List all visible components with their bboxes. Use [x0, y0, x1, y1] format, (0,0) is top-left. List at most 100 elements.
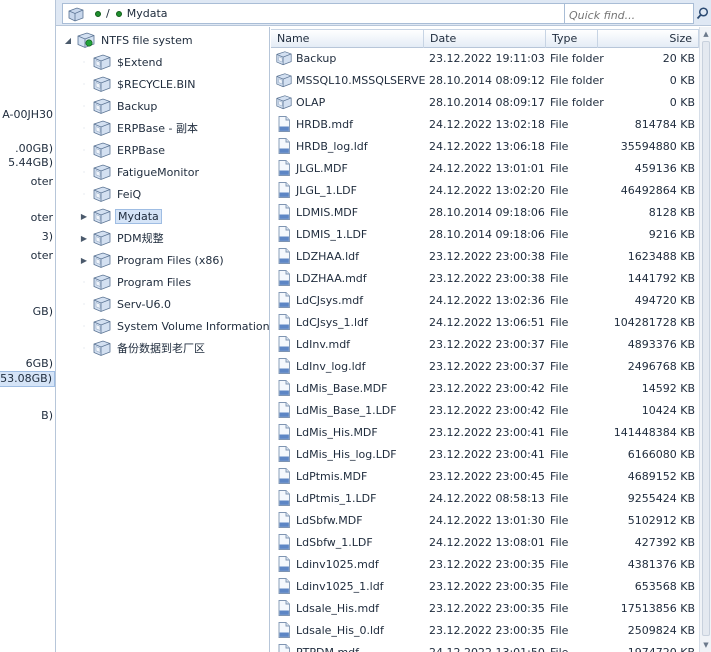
table-row[interactable]: LdSbfw_1.LDF 24.12.2022 13:08:01 File 42739… — [271, 531, 699, 553]
tree-node[interactable]: · $Extend — [78, 51, 165, 73]
table-row[interactable]: HRDB.mdf 24.12.2022 13:02:18 File 814784 KB — [271, 113, 699, 135]
file-icon — [278, 534, 290, 550]
drive-list-item[interactable]: oter — [31, 249, 53, 263]
tree-node[interactable]: · $RECYCLE.BIN — [78, 73, 197, 95]
tree-root-label[interactable]: NTFS file system — [99, 33, 195, 48]
tree-node-label[interactable]: $RECYCLE.BIN — [115, 77, 197, 92]
file-name: LdCJsys.mdf — [296, 293, 364, 307]
tree-node-label[interactable]: PDM规整 — [115, 229, 166, 247]
tree-node[interactable]: · FeiQ — [78, 183, 143, 205]
tree-node-label[interactable]: Mydata — [115, 208, 162, 224]
tree-node-label[interactable]: 备份数据到老厂区 — [115, 339, 207, 357]
expand-arrow-icon[interactable]: ▶ — [78, 254, 90, 266]
vertical-scrollbar[interactable]: ▲ ▼ — [699, 27, 711, 652]
table-row[interactable]: LdCJsys.mdf 24.12.2022 13:02:36 File 494720… — [271, 289, 699, 311]
breadcrumb-current[interactable]: Mydata — [127, 7, 168, 20]
table-row[interactable]: Backup 23.12.2022 19:11:03 File folder 20 K… — [271, 47, 699, 69]
tree-node-label[interactable]: Serv-U6.0 — [115, 297, 173, 312]
file-icon — [278, 468, 290, 484]
table-row[interactable]: LDMIS_1.LDF 28.10.2014 09:18:06 File 9216 K… — [271, 223, 699, 245]
cell-size: 2509824 KB — [627, 623, 695, 637]
scroll-thumb[interactable] — [702, 41, 710, 636]
tree-node-label[interactable]: ERPBase — [115, 143, 167, 158]
file-icon — [278, 270, 290, 286]
table-row[interactable]: PTPDM.mdf 24.12.2022 13:01:50 File 1974720 … — [271, 641, 699, 652]
table-row[interactable]: LdInv_log.ldf 23.12.2022 23:00:37 File 2496… — [271, 355, 699, 377]
table-row[interactable]: LdMis_His.MDF 23.12.2022 23:00:41 File 1414… — [271, 421, 699, 443]
table-row[interactable]: LDZHAA.ldf 23.12.2022 23:00:38 File 1623488… — [271, 245, 699, 267]
tree-root[interactable]: ◢ NTFS file system — [62, 29, 195, 51]
drive-list-item[interactable]: .953.08GB) — [0, 371, 55, 387]
table-row[interactable]: LdInv.mdf 23.12.2022 23:00:37 File 4893376 … — [271, 333, 699, 355]
breadcrumb[interactable]: / Mydata — [62, 3, 612, 24]
table-row[interactable]: Ldinv1025.mdf 23.12.2022 23:00:35 File 4381… — [271, 553, 699, 575]
drive-list-item[interactable]: 6GB) — [26, 357, 53, 371]
folder-tree[interactable]: ◢ NTFS file system · $Extend · $RECYCLE.BIN… — [56, 27, 270, 652]
tree-node[interactable]: · Serv-U6.0 — [78, 293, 173, 315]
table-row[interactable]: LdMis_Base.MDF 23.12.2022 23:00:42 File 145… — [271, 377, 699, 399]
tree-node[interactable]: ▶ PDM规整 — [78, 227, 166, 249]
table-row[interactable]: LdCJsys_1.ldf 24.12.2022 13:06:51 File 1042… — [271, 311, 699, 333]
table-row[interactable]: LdSbfw.MDF 24.12.2022 13:01:30 File 5102912… — [271, 509, 699, 531]
table-row[interactable]: LdMis_Base_1.LDF 23.12.2022 23:00:42 File 1… — [271, 399, 699, 421]
table-row[interactable]: LdPtmis.MDF 23.12.2022 23:00:45 File 468915… — [271, 465, 699, 487]
cell-size: 814784 KB — [634, 117, 695, 131]
cell-size: 1623488 KB — [627, 249, 695, 263]
table-row[interactable]: LDZHAA.mdf 23.12.2022 23:00:38 File 1441792… — [271, 267, 699, 289]
column-header-date[interactable]: Date — [424, 30, 546, 48]
search-button[interactable] — [694, 3, 711, 24]
table-row[interactable]: Ldinv1025_1.ldf 23.12.2022 23:00:35 File 65… — [271, 575, 699, 597]
table-row[interactable]: JLGL_1.LDF 24.12.2022 13:02:20 File 4649286… — [271, 179, 699, 201]
tree-node[interactable]: · Backup — [78, 95, 159, 117]
tree-node[interactable]: ▶ Mydata — [78, 205, 162, 227]
table-row[interactable]: LdMis_His_log.LDF 23.12.2022 23:00:41 File… — [271, 443, 699, 465]
file-icon — [278, 490, 290, 506]
tree-node[interactable]: · ERPBase - 副本 — [78, 117, 200, 139]
table-row[interactable]: LdPtmis_1.LDF 24.12.2022 08:58:13 File 9255… — [271, 487, 699, 509]
tree-node[interactable]: · ERPBase — [78, 139, 167, 161]
tree-node[interactable]: · FatigueMonitor — [78, 161, 201, 183]
collapse-arrow-icon[interactable]: ◢ — [62, 34, 74, 46]
expand-arrow-icon[interactable]: ▶ — [78, 232, 90, 244]
tree-node-label[interactable]: Backup — [115, 99, 159, 114]
tree-node[interactable]: ▶ Program Files (x86) — [78, 249, 226, 271]
tree-node-label[interactable]: $Extend — [115, 55, 165, 70]
tree-node-label[interactable]: System Volume Information — [115, 319, 269, 334]
drive-list-item[interactable]: GB) — [33, 305, 53, 319]
table-row[interactable]: Ldsale_His.mdf 23.12.2022 23:00:35 File 175… — [271, 597, 699, 619]
drive-icon — [68, 7, 84, 21]
scroll-up-icon[interactable]: ▲ — [700, 27, 711, 41]
drive-list-item[interactable]: B) — [41, 409, 53, 423]
drive-list-item[interactable]: oter — [31, 211, 53, 225]
table-row[interactable]: HRDB_log.ldf 24.12.2022 13:06:18 File 35594… — [271, 135, 699, 157]
tree-node[interactable]: · Program Files — [78, 271, 193, 293]
quick-find-input[interactable] — [564, 3, 694, 24]
drive-list-item[interactable]: 3) — [42, 230, 53, 244]
tree-node-label[interactable]: Program Files (x86) — [115, 253, 226, 268]
table-row[interactable]: Ldsale_His_0.ldf 23.12.2022 23:00:35 File 2… — [271, 619, 699, 641]
table-row[interactable]: OLAP 28.10.2014 08:09:17 File folder 0 KB — [271, 91, 699, 113]
drive-list-item[interactable]: oter — [31, 175, 53, 189]
scroll-down-icon[interactable]: ▼ — [700, 638, 711, 652]
tree-node[interactable]: · 备份数据到老厂区 — [78, 337, 207, 359]
drive-list-item[interactable]: 5.44GB) — [8, 156, 53, 170]
drive-list-item[interactable]: A-00JH30 — [2, 108, 53, 122]
cell-type: File — [550, 601, 569, 615]
tree-node[interactable]: · System Volume Information — [78, 315, 269, 337]
file-name: LdCJsys_1.ldf — [296, 315, 368, 329]
cell-size: 104281728 KB — [613, 315, 695, 329]
tree-node-label[interactable]: FatigueMonitor — [115, 165, 201, 180]
column-header-type[interactable]: Type — [546, 30, 598, 48]
cell-size: 14592 KB — [641, 381, 695, 395]
tree-node-label[interactable]: FeiQ — [115, 187, 143, 202]
expand-arrow-icon[interactable]: ▶ — [78, 210, 90, 222]
drive-list-item[interactable]: .00GB) — [15, 142, 53, 156]
column-header-name[interactable]: Name — [271, 30, 424, 48]
file-list[interactable]: Name Date Type Size Backup 23.12.2022 19:… — [271, 27, 699, 652]
tree-node-label[interactable]: Program Files — [115, 275, 193, 290]
tree-node-label[interactable]: ERPBase - 副本 — [115, 119, 200, 137]
table-row[interactable]: LDMIS.MDF 28.10.2014 09:18:06 File 8128 KB — [271, 201, 699, 223]
column-header-size[interactable]: Size — [598, 30, 699, 48]
table-row[interactable]: JLGL.MDF 24.12.2022 13:01:01 File 459136 KB — [271, 157, 699, 179]
table-row[interactable]: MSSQL10.MSSQLSERVER 28.10.2014 08:09:12 Fi… — [271, 69, 699, 91]
